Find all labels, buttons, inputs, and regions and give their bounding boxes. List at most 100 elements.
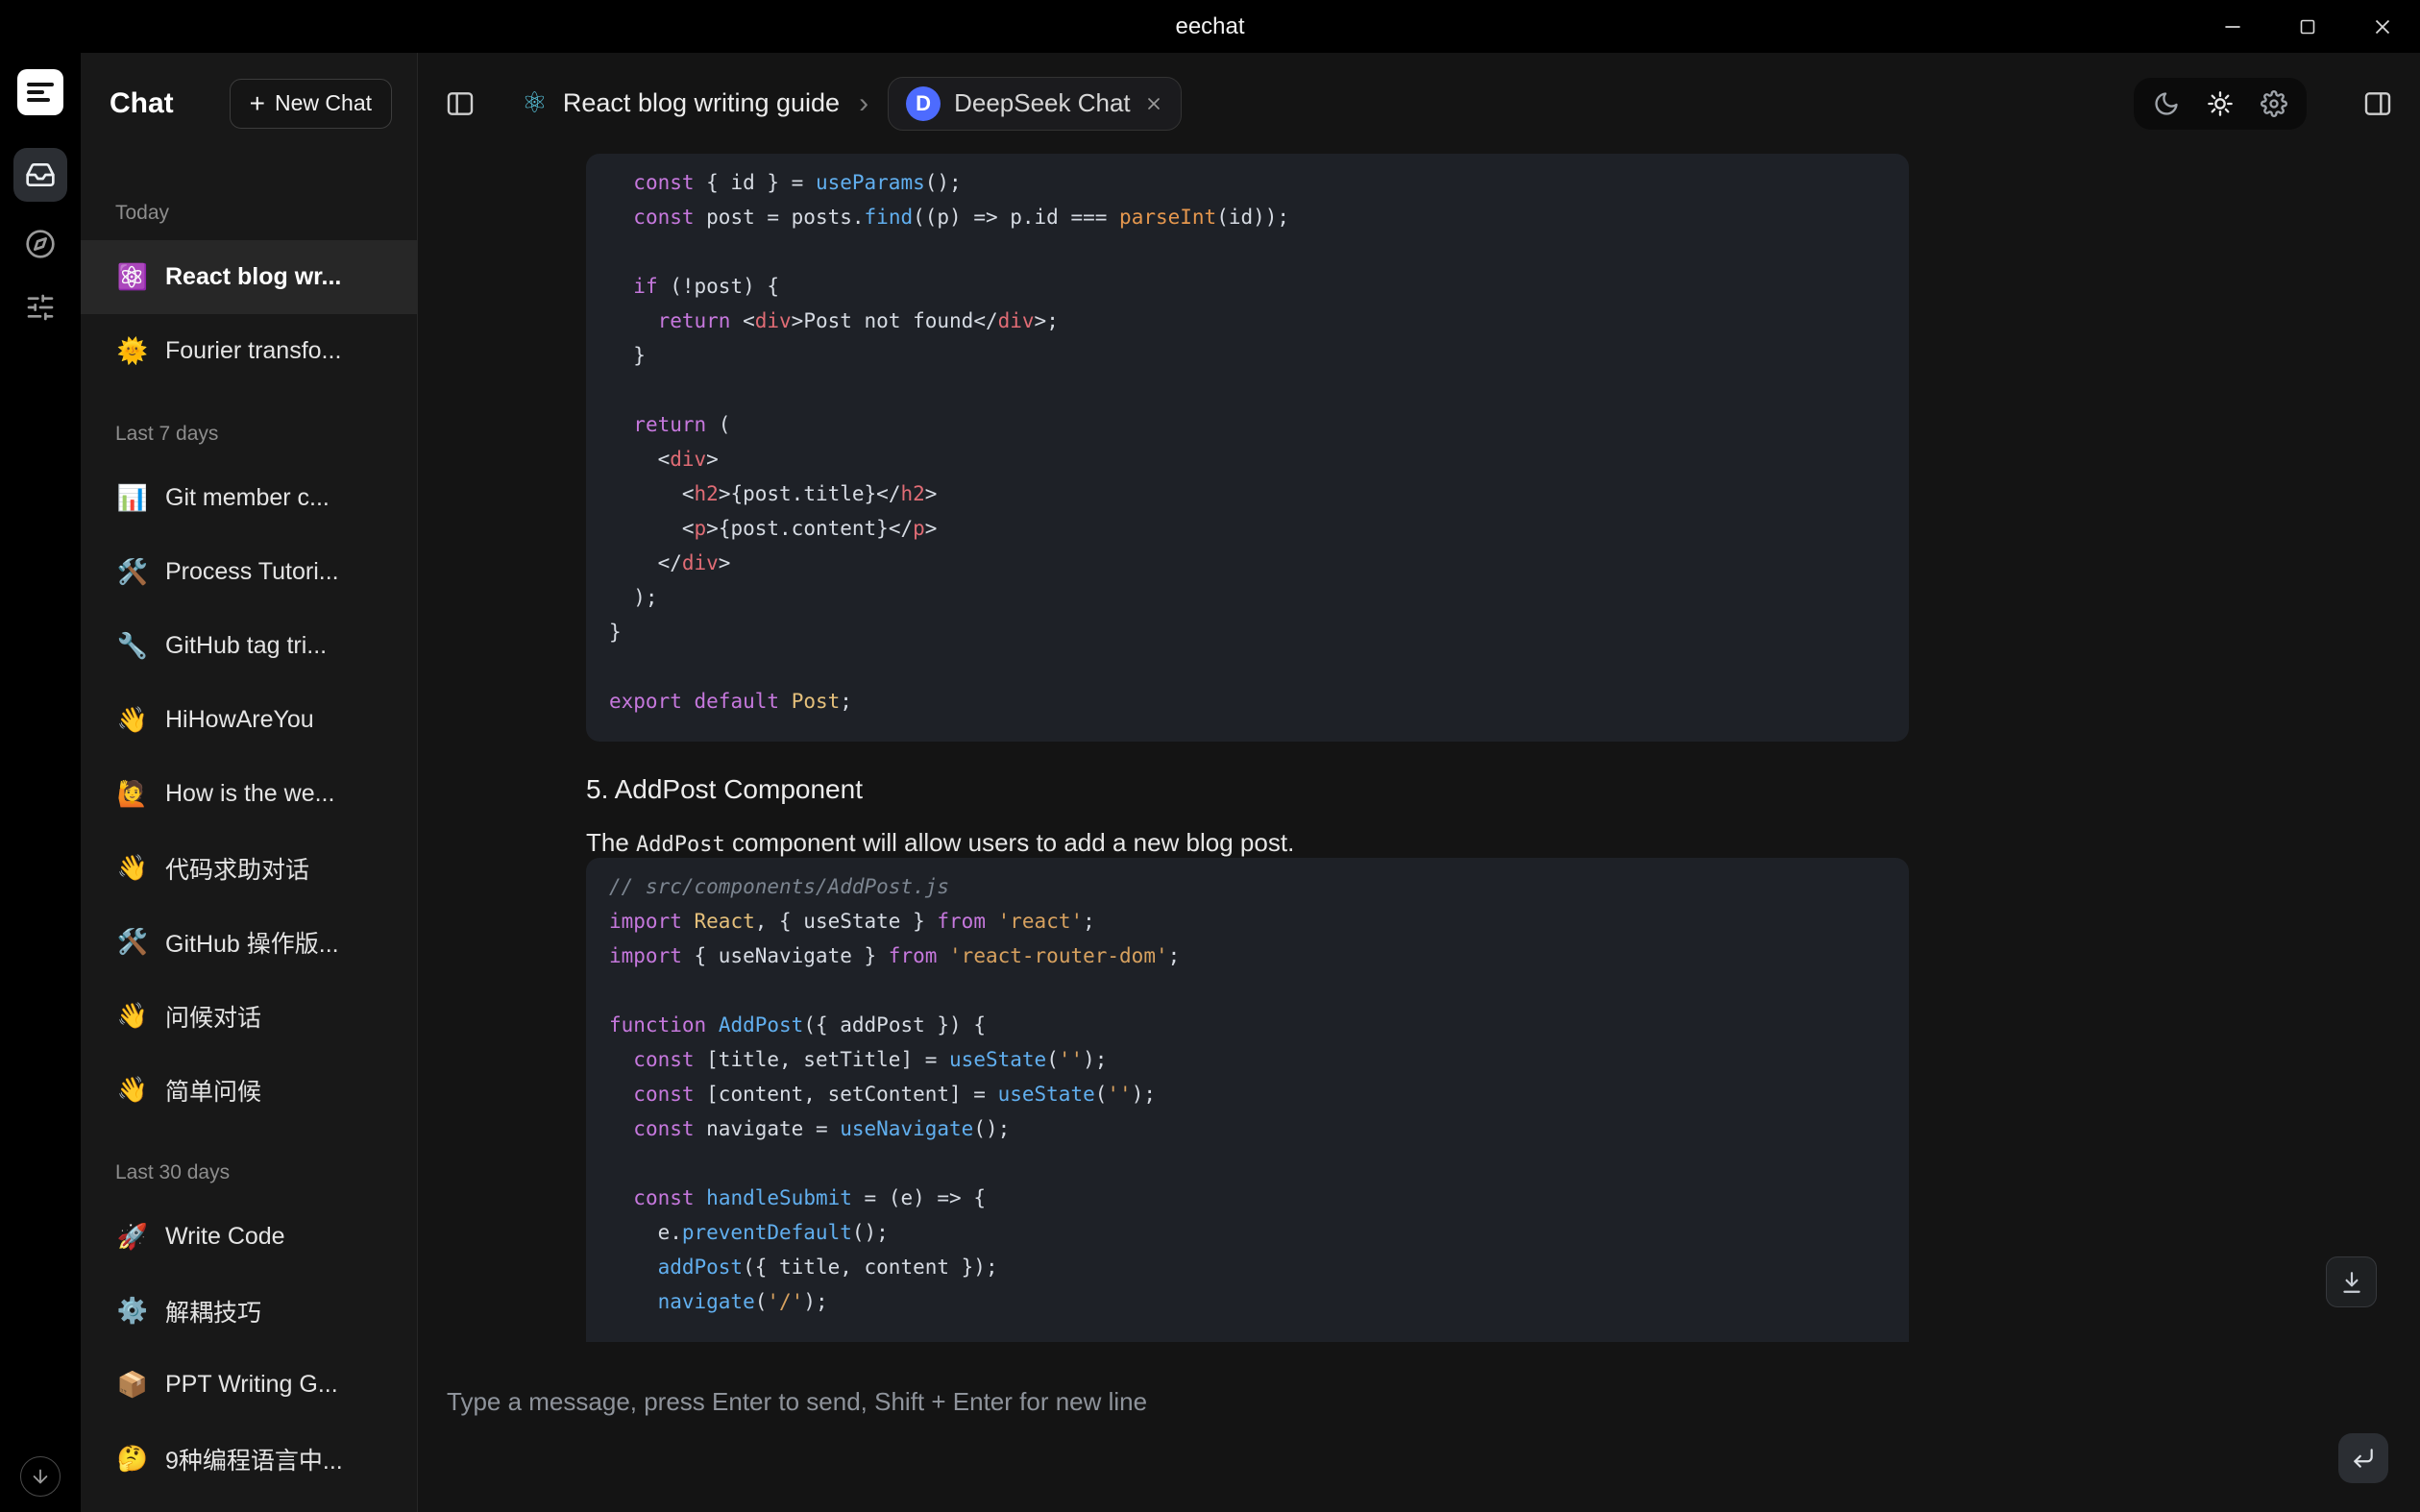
code-line: const { id } = useParams();: [609, 165, 1886, 200]
chat-item-label: 9种编程语言中...: [165, 1442, 343, 1476]
new-chat-label: New Chat: [275, 90, 372, 116]
code-line: return <div>Post not found</div>;: [609, 304, 1886, 338]
code-line: function AddPost({ addPost }) {: [609, 1008, 1886, 1042]
sidebar-toggle-icon[interactable]: [445, 88, 476, 119]
app-logo-icon: [17, 69, 63, 115]
chat-list-item[interactable]: 🛠️ GitHub 操作版...: [81, 905, 417, 979]
chat-item-label: React blog wr...: [165, 263, 341, 291]
chat-item-icon: 🔧: [115, 631, 150, 661]
code-line: e.preventDefault();: [609, 1215, 1886, 1250]
chat-list-item[interactable]: 👋 问候对话: [81, 979, 417, 1053]
chat-item-icon: ⚛️: [115, 262, 150, 292]
preferences-nav-icon[interactable]: [19, 286, 61, 329]
code-line: const post = posts.find((p) => p.id === …: [609, 200, 1886, 234]
paragraph-text: component will allow users to add a new …: [725, 828, 1295, 857]
chip-close-icon[interactable]: [1144, 94, 1163, 113]
code-line: const handleSubmit = (e) => {: [609, 1181, 1886, 1215]
chat-list-item[interactable]: 🛠️Process Tutori...: [81, 535, 417, 609]
section-label: Today: [81, 167, 417, 240]
chat-item-icon: 👋: [115, 853, 150, 883]
code-line: // src/components/AddPost.js: [609, 869, 1886, 904]
chat-list-item[interactable]: 📊 Git member c...: [81, 461, 417, 535]
chat-item-icon: 📦: [115, 1370, 150, 1400]
chat-list-item[interactable]: 🙋How is the we...: [81, 757, 417, 831]
chat-list-item[interactable]: ⚙️ 解耦技巧: [81, 1274, 417, 1348]
chat-list-item[interactable]: 🤔9种编程语言中...: [81, 1422, 417, 1496]
chat-list-item[interactable]: 👋HiHowAreYou: [81, 683, 417, 757]
maximize-icon[interactable]: [2270, 0, 2345, 53]
code-line: <p>{post.content}</p>: [609, 511, 1886, 546]
chat-item-label: 代码求助对话: [165, 851, 309, 886]
code-line: [609, 973, 1886, 1008]
minimize-icon[interactable]: [2195, 0, 2270, 53]
chat-item-icon: 👋: [115, 1001, 150, 1031]
chat-item-label: GitHub tag tri...: [165, 632, 327, 660]
code-line: import React, { useState } from 'react';: [609, 904, 1886, 939]
chat-item-icon: ⚙️: [115, 1296, 150, 1326]
chat-item-icon: 🚀: [115, 1222, 150, 1252]
chat-list-item[interactable]: 🚀Write Code: [81, 1200, 417, 1274]
code-block: // src/components/AddPost.jsimport React…: [586, 858, 1909, 1342]
theme-dark-moon-icon[interactable]: [2153, 90, 2180, 117]
chat-list-item[interactable]: 👋 代码求助对话: [81, 831, 417, 905]
chat-item-icon: 🛠️: [115, 927, 150, 957]
section-heading: 5. AddPost Component: [586, 774, 1909, 805]
chat-list-item[interactable]: ⚛️ React blog wr...: [81, 240, 417, 314]
chat-list-item[interactable]: 🔧 GitHub tag tri...: [81, 609, 417, 683]
code-line: navigate('/');: [609, 1284, 1886, 1319]
chats-nav-icon[interactable]: [13, 148, 67, 202]
chat-item-label: Git member c...: [165, 484, 330, 512]
scroll-to-bottom-button[interactable]: [2326, 1256, 2377, 1307]
chat-item-label: 简单问候: [165, 1073, 261, 1108]
code-line: const [content, setContent] = useState('…: [609, 1077, 1886, 1111]
chat-item-label: 解耦技巧: [165, 1294, 261, 1329]
sidebar-header: Chat + New Chat: [81, 53, 417, 154]
discover-nav-icon[interactable]: [19, 223, 61, 265]
code-line: return (: [609, 407, 1886, 442]
send-button[interactable]: [2338, 1433, 2388, 1483]
rail-scroll-down-icon[interactable]: [20, 1456, 61, 1497]
breadcrumb: ⚛ React blog writing guide › D DeepSeek …: [522, 77, 1182, 131]
chat-item-label: 问候对话: [165, 999, 261, 1034]
titlebar: eechat: [0, 0, 2420, 53]
code-line: [609, 649, 1886, 684]
code-line: export default Post;: [609, 684, 1886, 719]
code-line: <div>: [609, 442, 1886, 476]
settings-gear-icon[interactable]: [2261, 90, 2287, 117]
code-line: addPost({ title, content });: [609, 1250, 1886, 1284]
main-panel: ⚛ React blog writing guide › D DeepSeek …: [418, 53, 2420, 1512]
app-window: eechat: [0, 0, 2420, 1512]
code-line: }: [609, 615, 1886, 649]
deepseek-logo-icon: D: [906, 86, 941, 121]
code-line: <h2>{post.title}</h2>: [609, 476, 1886, 511]
theme-light-sun-icon[interactable]: [2207, 90, 2234, 117]
code-line: [609, 373, 1886, 407]
chat-list-item[interactable]: 👋 简单问候: [81, 1053, 417, 1127]
model-name: DeepSeek Chat: [954, 88, 1131, 118]
chat-scroll-area[interactable]: const { id } = useParams(); const post =…: [418, 154, 2420, 1364]
chat-list[interactable]: Today ⚛️ React blog wr... 🌞Fourier transfo.…: [81, 154, 417, 1512]
chat-item-label: PPT Writing G...: [165, 1371, 338, 1399]
section-label: Last 30 days: [81, 1127, 417, 1200]
model-chip[interactable]: D DeepSeek Chat: [888, 77, 1182, 131]
chat-item-label: How is the we...: [165, 780, 334, 808]
section-label: Last 7 days: [81, 388, 417, 461]
chat-item-label: HiHowAreYou: [165, 706, 314, 734]
chat-item-icon: 👋: [115, 1075, 150, 1105]
chat-item-label: GitHub 操作版...: [165, 925, 339, 960]
close-icon[interactable]: [2345, 0, 2420, 53]
message-composer: [418, 1364, 2420, 1512]
chat-list-item[interactable]: 🌞Fourier transfo...: [81, 314, 417, 388]
app-rail: [0, 53, 81, 1512]
window-title: eechat: [1175, 13, 1244, 40]
code-line: const [title, setTitle] = useState('');: [609, 1042, 1886, 1077]
message-input[interactable]: [447, 1387, 1984, 1483]
new-chat-button[interactable]: + New Chat: [230, 79, 392, 129]
chevron-right-icon: ›: [855, 89, 872, 118]
theme-switcher: [2134, 78, 2307, 130]
code-line: </div>: [609, 546, 1886, 580]
right-panel-toggle-icon[interactable]: [2362, 88, 2393, 119]
chat-list-item[interactable]: 📦 PPT Writing G...: [81, 1348, 417, 1422]
chat-item-icon: 📊: [115, 483, 150, 513]
code-block: const { id } = useParams(); const post =…: [586, 154, 1909, 742]
